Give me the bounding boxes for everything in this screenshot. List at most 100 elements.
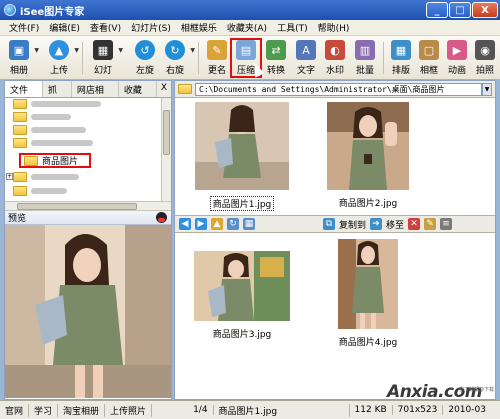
title-bar: iSee图片专家 _ □ X [0, 0, 500, 20]
close-tab-icon[interactable]: X [157, 81, 171, 97]
left-pane: 文件夹 抓图 网店相册 收藏夹 X 商品图片 + 预览 [4, 80, 172, 400]
folder-icon [13, 112, 27, 122]
status-page: 1/4 [188, 405, 214, 415]
move-to-button[interactable]: 移至 [386, 218, 404, 231]
preview-header: 预览 [5, 211, 171, 225]
refresh-icon[interactable]: ↻ [227, 218, 239, 230]
tree-item[interactable] [13, 98, 101, 110]
tree-hscrollbar[interactable] [5, 201, 171, 211]
menu-favorites[interactable]: 收藏夹(A) [222, 21, 272, 34]
menu-bar: 文件(F) 编辑(E) 查看(V) 幻灯片(S) 相框娱乐 收藏夹(A) 工具(… [0, 20, 500, 36]
thumbnail-item[interactable]: 商品图片3.jpg [177, 251, 307, 340]
batch-button[interactable]: ▥ 批量 [352, 38, 378, 78]
status-link-taobao[interactable]: 淘宝相册 [58, 403, 106, 417]
tree-scrollbar[interactable] [161, 98, 171, 201]
thumbnail-label: 商品图片2.jpg [338, 199, 398, 209]
thumbnail-item[interactable]: 商品图片2.jpg [303, 102, 433, 209]
animation-button[interactable]: ▶ 动画 [444, 38, 470, 78]
menu-file[interactable]: 文件(F) [4, 21, 44, 34]
tab-capture[interactable]: 抓图 [43, 81, 72, 109]
status-link-website[interactable]: 官网 [0, 403, 30, 417]
path-input[interactable]: C:\Documents and Settings\Administrator\… [195, 82, 482, 96]
batch-icon: ▥ [355, 40, 375, 60]
delete-icon[interactable]: ✕ [408, 218, 421, 230]
back-icon[interactable]: ◀ [179, 218, 191, 230]
status-filename: 商品图片1.jpg [214, 403, 350, 417]
menu-frame-fun[interactable]: 相框娱乐 [176, 21, 222, 34]
frame-button[interactable]: ▢ 相框 [416, 38, 442, 78]
film-icon: ▦ [93, 40, 113, 60]
rotate-left-button[interactable]: ↺ 左旋 [132, 38, 158, 78]
tree-item[interactable] [13, 185, 67, 197]
text-button[interactable]: A 文字 [293, 38, 319, 78]
convert-icon: ⇄ [266, 40, 286, 60]
chevron-down-icon: ▼ [190, 47, 195, 54]
maximize-button[interactable]: □ [449, 2, 471, 18]
thumbnail-item[interactable]: 商品图片1.jpg [177, 102, 307, 211]
convert-button[interactable]: ⇄ 转换 [263, 38, 289, 78]
upload-icon: ▲ [49, 40, 69, 60]
menu-tools[interactable]: 工具(T) [272, 21, 313, 34]
copy-to-button[interactable]: 复制到 [339, 218, 366, 231]
tree-item[interactable] [13, 124, 86, 136]
up-folder-icon[interactable]: ▲ [211, 218, 223, 230]
nav-toolbar: ◀ ▶ ▲ ↻ ▦ ⧉ 复制到 ➔ 移至 ✕ ✎ ≡ [175, 215, 495, 233]
thumbnail-photo [194, 251, 290, 321]
chevron-down-icon: ▼ [118, 47, 123, 54]
folder-icon [13, 138, 27, 148]
watermark-button[interactable]: ◐ 水印 [322, 38, 348, 78]
frame-icon: ▢ [419, 40, 439, 60]
edit-icon[interactable]: ✎ [424, 218, 437, 230]
album-button[interactable]: ▣ 相册 ▼ [6, 38, 39, 78]
watermark-icon: ◐ [325, 40, 345, 60]
folder-icon [13, 186, 27, 196]
brand-watermark-subtitle: 安下载帮你下载 [458, 387, 494, 393]
scrollbar-thumb[interactable] [17, 203, 137, 210]
tab-shop-album[interactable]: 网店相册 [72, 81, 119, 109]
status-dimensions: 701x523 [393, 405, 444, 415]
preview-image [5, 225, 171, 398]
tab-favorites[interactable]: 收藏夹 [119, 81, 157, 109]
menu-slideshow[interactable]: 幻灯片(S) [126, 21, 176, 34]
layout-icon: ▦ [391, 40, 411, 60]
thumbnail-item[interactable]: 商品图片4.jpg [303, 239, 433, 348]
menu-edit[interactable]: 编辑(E) [44, 21, 85, 34]
preview-title: 预览 [8, 214, 27, 224]
menu-help[interactable]: 帮助(H) [313, 21, 355, 34]
toolbar-divider [82, 42, 83, 74]
minimize-button[interactable]: _ [426, 2, 448, 18]
tree-item[interactable] [13, 171, 79, 183]
move-icon[interactable]: ➔ [370, 218, 383, 230]
left-tabs: 文件夹 抓图 网店相册 收藏夹 X [5, 81, 171, 109]
rotate-right-button[interactable]: ↻ 右旋 ▼ [162, 38, 195, 78]
album-icon: ▣ [9, 40, 29, 60]
thumbnail-photo [327, 102, 409, 190]
camera-icon: ◉ [475, 40, 495, 60]
animation-icon: ▶ [447, 40, 467, 60]
scrollbar-thumb[interactable] [163, 110, 170, 155]
chevron-down-icon: ▼ [34, 47, 39, 54]
properties-icon[interactable]: ≡ [440, 218, 453, 230]
view-mode-icon[interactable]: ▦ [243, 218, 255, 230]
toolbar-divider [383, 42, 384, 74]
menu-view[interactable]: 查看(V) [85, 21, 126, 34]
copy-icon[interactable]: ⧉ [323, 218, 335, 230]
tree-item[interactable] [13, 111, 71, 123]
rename-button[interactable]: ✎ 更名 [204, 38, 230, 78]
tab-folders[interactable]: 文件夹 [5, 81, 43, 109]
qq-icon[interactable] [156, 212, 167, 223]
capture-button[interactable]: ◉ 拍照 [472, 38, 498, 78]
expand-icon[interactable]: + [6, 173, 13, 180]
slideshow-button[interactable]: ▦ 幻灯 ▼ [90, 38, 123, 78]
layout-button[interactable]: ▦ 排版 [388, 38, 414, 78]
status-link-learn[interactable]: 学习 [29, 403, 59, 417]
tree-item[interactable] [13, 137, 93, 149]
window-controls: _ □ X [426, 2, 498, 18]
rename-icon: ✎ [207, 40, 227, 60]
forward-icon[interactable]: ▶ [195, 218, 207, 230]
close-button[interactable]: X [472, 2, 498, 18]
upload-button[interactable]: ▲ 上传 ▼ [46, 38, 79, 78]
status-link-upload[interactable]: 上传照片 [105, 403, 153, 417]
tree-item-selected[interactable]: 商品图片 [19, 153, 91, 168]
chevron-down-icon[interactable]: ▼ [482, 82, 492, 96]
